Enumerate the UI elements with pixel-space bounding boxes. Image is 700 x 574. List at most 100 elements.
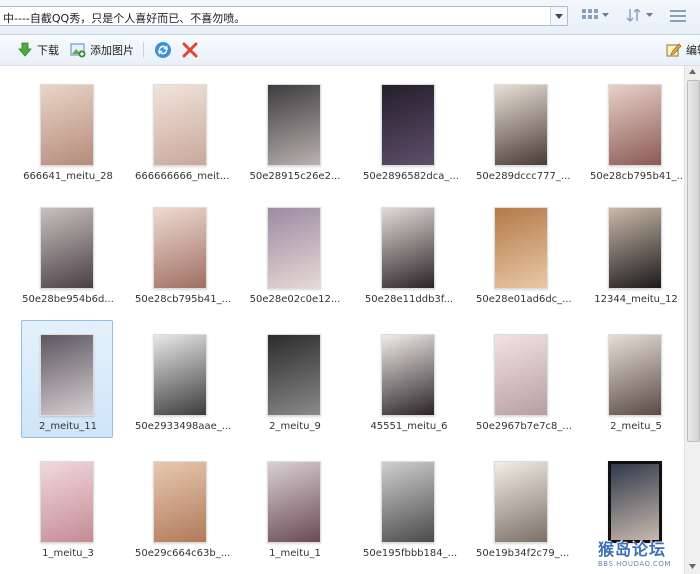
forum-watermark: 猴岛论坛 BBS.HOUDAO.COM [598, 536, 700, 574]
file-name: 666666666_meit... [135, 171, 230, 182]
file-tile[interactable]: 50e28e02c0e12... [248, 193, 340, 311]
scrollbar-thumb[interactable] [687, 80, 700, 442]
file-tile[interactable]: 2_meitu_11 [21, 320, 113, 438]
file-tile[interactable]: 50e2967b7e7c8_... [475, 320, 572, 438]
file-name: 50e19b34f2c79_... [476, 548, 570, 559]
file-tile[interactable]: 12344_meitu_12 [589, 193, 681, 311]
add-image-label: 添加图片 [90, 44, 134, 57]
image-thumbnail [494, 461, 548, 543]
file-name: 2_meitu_9 [269, 421, 321, 432]
file-name: 50e28e01ad6dc_... [476, 294, 572, 305]
file-tile[interactable]: 1_meitu_3 [21, 447, 113, 565]
image-thumbnail [494, 207, 548, 289]
toolbar-divider [143, 42, 144, 58]
watermark-url: BBS.HOUDAO.COM [598, 560, 671, 568]
file-tile[interactable]: 50e29c664c63b_... [134, 447, 231, 565]
file-name: 50e28be954b6d... [22, 294, 114, 305]
download-label: 下载 [37, 44, 59, 57]
file-tile[interactable]: 666641_meitu_28 [21, 70, 113, 188]
file-tile[interactable]: 50e195fbbb184_... [362, 447, 457, 565]
view-mode-button[interactable] [580, 7, 616, 25]
image-thumbnail [153, 84, 207, 166]
command-toolbar: 下载 添加图片 编辑 [0, 35, 700, 66]
add-image-button[interactable]: 添加图片 [70, 40, 134, 60]
edit-label: 编辑 [686, 44, 700, 57]
edit-button[interactable]: 编辑 [666, 40, 700, 60]
delete-x-icon [182, 42, 198, 58]
file-name: 12344_meitu_12 [594, 294, 678, 305]
file-name: 50e2896582dca_... [363, 171, 459, 182]
file-tile[interactable]: 50e28cb795b41_... [589, 70, 687, 188]
file-name: 666641_meitu_28 [23, 171, 113, 182]
file-tile[interactable]: 50e28cb795b41_... [134, 193, 232, 311]
image-thumbnail [153, 334, 207, 416]
image-thumbnail [381, 461, 435, 543]
image-thumbnail [608, 207, 662, 289]
file-name: 50e28e02c0e12... [249, 294, 341, 305]
download-arrow-icon [18, 42, 32, 57]
image-thumbnail [40, 207, 94, 289]
download-button[interactable]: 下载 [17, 40, 59, 60]
file-name: 1_meitu_3 [42, 548, 94, 559]
path-text: 中----自截QQ秀，只是个人喜好而已、不喜勿喷。 [3, 12, 246, 25]
image-thumbnail [608, 461, 662, 543]
chevron-down-icon [602, 13, 609, 17]
image-thumbnail [381, 84, 435, 166]
file-tile[interactable]: 50e28be954b6d... [21, 193, 114, 311]
image-thumbnail [608, 84, 662, 166]
file-tile[interactable]: 1_meitu_1 [248, 447, 340, 565]
add-image-icon [70, 43, 86, 58]
chevron-down-icon [646, 13, 653, 17]
image-thumbnail [267, 84, 321, 166]
image-thumbnail [381, 334, 435, 416]
image-thumbnail [267, 334, 321, 416]
file-tile[interactable]: 45551_meitu_6 [362, 320, 454, 438]
path-dropdown-button[interactable] [550, 7, 567, 25]
file-name: 50e28e11ddb3f... [364, 294, 454, 305]
file-tile[interactable]: 50e2896582dca_... [362, 70, 459, 188]
watermark-logo: 猴岛论坛 [598, 540, 667, 559]
file-name: 45551_meitu_6 [370, 421, 448, 432]
file-tile[interactable]: 2_meitu_9 [248, 320, 340, 438]
file-tile[interactable]: 50e289dccc777_... [475, 70, 571, 188]
file-name: 50e2967b7e7c8_... [476, 421, 572, 432]
file-tile[interactable]: 50e2933498aae_... [134, 320, 231, 438]
file-name: 50e29c664c63b_... [135, 548, 231, 559]
image-thumbnail [40, 334, 94, 416]
file-tile[interactable]: 2_meitu_5 [589, 320, 681, 438]
image-thumbnail [494, 334, 548, 416]
file-name: 50e28cb795b41_... [590, 171, 687, 182]
path-field[interactable]: 中----自截QQ秀，只是个人喜好而已、不喜勿喷。 [0, 6, 568, 26]
image-thumbnail [381, 207, 435, 289]
file-tile[interactable]: 666666666_meit... [134, 70, 230, 188]
file-name: 50e289dccc777_... [476, 171, 571, 182]
file-tile[interactable]: 50e28915c26e2... [248, 70, 340, 188]
file-tile[interactable]: 50e28e01ad6dc_... [475, 193, 572, 311]
refresh-button[interactable] [154, 40, 176, 60]
file-name: 50e28cb795b41_... [135, 294, 232, 305]
image-thumbnail [153, 461, 207, 543]
file-tile[interactable]: 50e19b34f2c79_... [475, 447, 570, 565]
file-grid: 666641_meitu_28 666666666_meit... 50e28915… [0, 66, 687, 574]
chevron-down-icon [555, 14, 563, 19]
vertical-scrollbar[interactable] [684, 66, 700, 574]
file-name: 2_meitu_11 [38, 421, 98, 432]
image-thumbnail [153, 207, 207, 289]
image-thumbnail [267, 461, 321, 543]
scroll-up-icon [689, 69, 696, 74]
image-thumbnail [608, 334, 662, 416]
refresh-icon [155, 42, 171, 58]
grid-view-icon [582, 9, 598, 19]
image-thumbnail [40, 84, 94, 166]
list-view-icon [670, 10, 686, 22]
file-name: 2_meitu_5 [610, 421, 662, 432]
delete-button[interactable] [182, 40, 202, 60]
image-thumbnail [267, 207, 321, 289]
image-thumbnail [40, 461, 94, 543]
list-view-button[interactable] [668, 7, 700, 25]
file-name: 1_meitu_1 [269, 548, 321, 559]
file-tile[interactable]: 50e28e11ddb3f... [362, 193, 454, 311]
sort-button[interactable] [624, 7, 660, 25]
sort-icon [626, 9, 641, 23]
address-bar: 中----自截QQ秀，只是个人喜好而已、不喜勿喷。 [0, 0, 700, 35]
